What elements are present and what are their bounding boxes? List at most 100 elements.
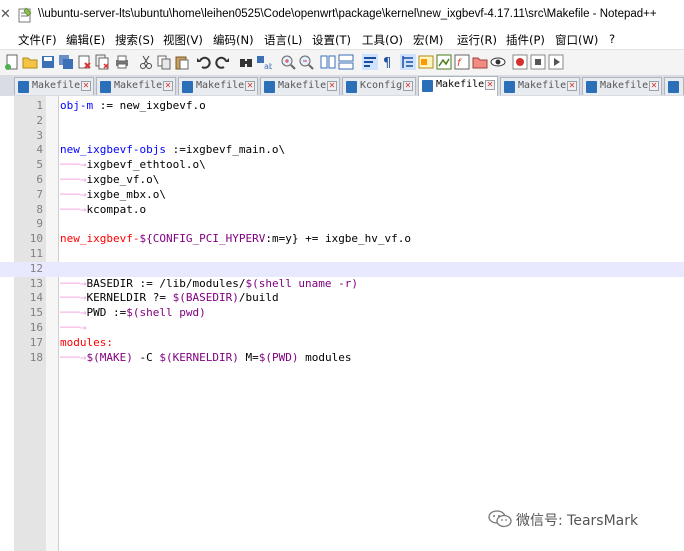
code-line-3: 3: [0, 129, 684, 144]
tab-kconfig[interactable]: Kconfig ✕: [342, 77, 416, 95]
monitoring-icon[interactable]: [490, 54, 506, 70]
code-line-10: 10 new_ixgbevf-${CONFIG_PCI_HYPERV:m=y} +…: [0, 232, 684, 247]
cut-icon[interactable]: [138, 54, 154, 70]
record-macro-icon[interactable]: [512, 54, 528, 70]
tab-close-icon[interactable]: ✕: [163, 81, 173, 91]
tab-close-icon[interactable]: ✕: [327, 81, 337, 91]
tab-close-icon[interactable]: ✕: [403, 81, 413, 91]
undo-icon[interactable]: [196, 54, 212, 70]
menu-macro[interactable]: 宏(M): [413, 32, 443, 48]
close-icon[interactable]: ✕: [0, 7, 12, 23]
code-line-5: 5 ───→ixgbevf_ethtool.o\: [0, 158, 684, 173]
tab-arrow-icon: ───→: [60, 172, 87, 186]
code-line-1: 1 obj-m := new_ixgbevf.o: [0, 99, 684, 114]
tab-overflow[interactable]: [664, 77, 684, 95]
toolbar: ab ¶ f: [0, 49, 684, 76]
function-list-icon[interactable]: f: [454, 54, 470, 70]
new-file-icon[interactable]: [4, 54, 20, 70]
stop-macro-icon[interactable]: [530, 54, 546, 70]
folder-as-workspace-icon[interactable]: [472, 54, 488, 70]
code-token: $(shell uname -r): [245, 276, 359, 290]
doc-map-icon[interactable]: [436, 54, 452, 70]
code-token: :m=y}: [265, 232, 299, 246]
line-number: 3: [36, 128, 43, 142]
tab-makefile-active[interactable]: Makefile ✕: [418, 76, 498, 96]
menu-window[interactable]: 窗口(W): [555, 32, 598, 48]
menu-settings[interactable]: 设置(T): [312, 32, 351, 48]
close-all-icon[interactable]: [94, 54, 110, 70]
sync-horizontal-icon[interactable]: [338, 54, 354, 70]
code-token: kcompat.o: [86, 202, 147, 216]
code-line-7: 7 ───→ixgbe_mbx.o\: [0, 188, 684, 203]
show-all-chars-icon[interactable]: ¶: [380, 54, 396, 70]
zoom-in-icon[interactable]: [280, 54, 296, 70]
line-number: 17: [29, 335, 43, 349]
menu-help[interactable]: ?: [609, 32, 615, 46]
tab-makefile-6[interactable]: Makefile ✕: [500, 77, 580, 95]
code-line-11: 11: [0, 247, 684, 262]
indent-guide-icon[interactable]: [400, 54, 416, 70]
zoom-out-icon[interactable]: [298, 54, 314, 70]
tab-makefile-7[interactable]: Makefile ✕: [582, 77, 662, 95]
tab-close-icon[interactable]: ✕: [567, 81, 577, 91]
code-token: -C: [132, 350, 160, 364]
save-icon[interactable]: [40, 54, 56, 70]
save-all-icon[interactable]: [58, 54, 74, 70]
code-token: $(shell pwd): [126, 306, 206, 320]
sync-vertical-icon[interactable]: [320, 54, 336, 70]
menu-search[interactable]: 搜索(S): [115, 32, 154, 48]
tab-close-icon[interactable]: ✕: [485, 80, 495, 90]
code-token: ${CONFIG_PCI_HYPERV: [139, 232, 266, 246]
code-line-16: 16 ───→: [0, 321, 684, 336]
file-icon: [668, 81, 679, 93]
file-icon: [586, 81, 597, 93]
tab-makefile-1[interactable]: Makefile ✕: [14, 77, 94, 95]
code-lines: 1 obj-m := new_ixgbevf.o 2 3 4 new_ixgbevf…: [0, 99, 684, 365]
tab-label: Kconfig: [360, 80, 403, 91]
code-line-13: 13 ───→BASEDIR := /lib/modules/$(shell un…: [0, 277, 684, 292]
open-file-icon[interactable]: [22, 54, 38, 70]
tab-makefile-2[interactable]: Makefile ✕: [96, 77, 176, 95]
code-token: $(PWD): [258, 350, 299, 364]
code-token: $(BASEDIR): [172, 291, 239, 305]
code-token: modules:: [60, 335, 113, 349]
code-line-6: 6 ───→ixgbe_vf.o\: [0, 173, 684, 188]
code-token: := new_ixgbevf.o: [93, 99, 206, 112]
tab-arrow-icon: ───→: [60, 187, 87, 201]
user-language-icon[interactable]: [418, 54, 434, 70]
code-token: /build: [238, 291, 279, 305]
replace-icon[interactable]: ab: [256, 54, 272, 70]
file-icon: [346, 81, 357, 93]
print-icon[interactable]: [114, 54, 130, 70]
line-number: 12: [29, 261, 43, 275]
close-file-icon[interactable]: [76, 54, 92, 70]
tab-label: Makefile: [518, 80, 567, 91]
menu-file[interactable]: 文件(F): [18, 32, 57, 48]
code-line-2: 2: [0, 114, 684, 129]
tab-makefile-4[interactable]: Makefile ✕: [260, 77, 340, 95]
tab-close-icon[interactable]: ✕: [649, 81, 659, 91]
editor[interactable]: 1 obj-m := new_ixgbevf.o 2 3 4 new_ixgbevf…: [0, 96, 684, 551]
copy-icon[interactable]: [156, 54, 172, 70]
redo-icon[interactable]: [214, 54, 230, 70]
tab-close-icon[interactable]: ✕: [245, 81, 255, 91]
code-token: obj-m: [60, 99, 94, 112]
menu-view[interactable]: 视图(V): [163, 32, 203, 48]
line-number: 2: [36, 113, 43, 127]
line-number: 6: [36, 172, 43, 186]
find-icon[interactable]: [238, 54, 254, 70]
paste-icon[interactable]: [174, 54, 190, 70]
menu-edit[interactable]: 编辑(E): [66, 32, 105, 48]
tab-close-icon[interactable]: ✕: [81, 81, 91, 91]
code-token: KERNELDIR ?=: [86, 291, 173, 305]
play-macro-icon[interactable]: [548, 54, 564, 70]
menu-encoding[interactable]: 编码(N): [213, 32, 254, 48]
line-number: 15: [29, 306, 43, 320]
menu-run[interactable]: 运行(R): [457, 32, 497, 48]
menu-tools[interactable]: 工具(O): [362, 32, 403, 48]
menu-plugins[interactable]: 插件(P): [506, 32, 545, 48]
menu-language[interactable]: 语言(L): [264, 32, 302, 48]
code-line-17: 17 modules:: [0, 336, 684, 351]
tab-makefile-3[interactable]: Makefile ✕: [178, 77, 258, 95]
word-wrap-icon[interactable]: [362, 54, 378, 70]
